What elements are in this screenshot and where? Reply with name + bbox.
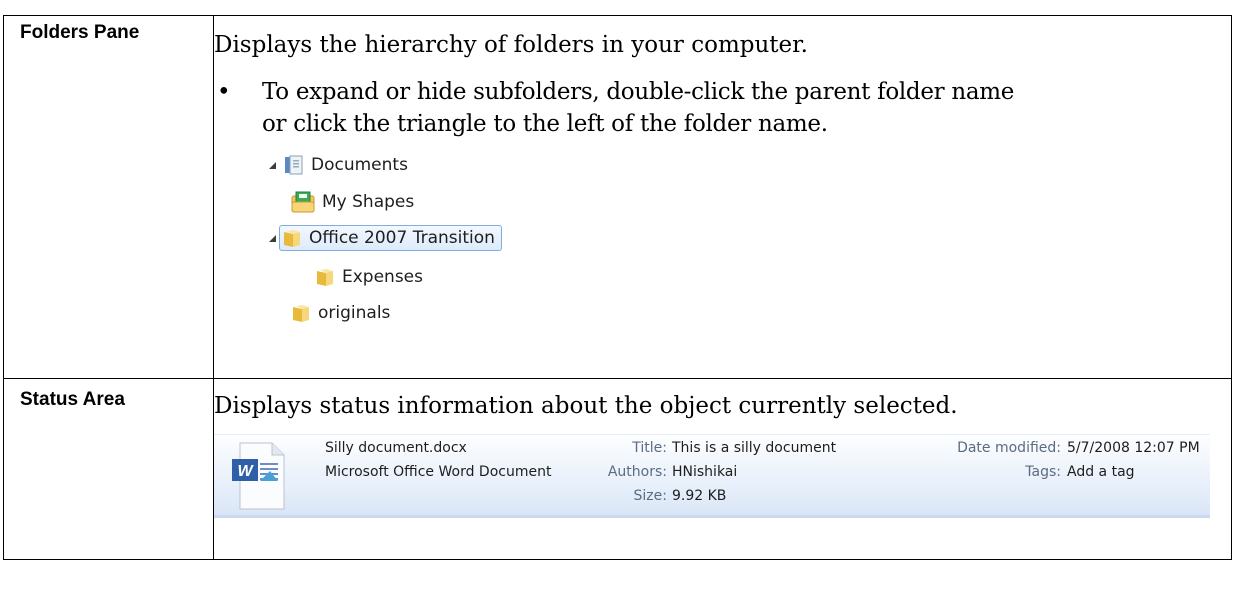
details-pane-screenshot: W Silly document.docx Microsoft Office W… [214, 434, 1210, 518]
feature-table: Folders Pane Displays the hierarchy of f… [3, 15, 1232, 560]
folder-icon [317, 269, 333, 286]
selection-highlight: Office 2007 Transition [279, 225, 502, 251]
status-title-value[interactable]: This is a silly document [672, 440, 836, 456]
tree-item-label: Office 2007 Transition [309, 228, 495, 248]
status-filetype: Microsoft Office Word Document [325, 464, 552, 480]
tree-item-label: originals [318, 303, 391, 323]
bullet-text-line2: or click the triangle to the left of the… [262, 111, 828, 137]
word-document-icon: W [232, 442, 285, 510]
status-size-key: Size: [633, 488, 667, 504]
shapes-folder-icon [291, 191, 315, 213]
bullet-icon: • [217, 79, 231, 105]
status-authors-value[interactable]: HNishikai [672, 464, 737, 480]
status-authors-key: Authors: [607, 464, 667, 480]
table-row-status-area: Status Area Displays status information … [3, 378, 1232, 560]
status-filename: Silly document.docx [325, 440, 467, 456]
folder-icon [293, 305, 309, 322]
tree-item-my-shapes[interactable]: My Shapes [291, 187, 414, 217]
status-tags-value[interactable]: Add a tag [1067, 464, 1135, 480]
folder-icon [284, 230, 300, 247]
tree-item-label: Expenses [342, 267, 423, 287]
status-date-key: Date modified: [957, 440, 1061, 456]
row-label: Folders Pane [20, 22, 140, 43]
status-date-value: 5/7/2008 12:07 PM [1067, 440, 1200, 456]
folder-tree: Documents My Shapes Office 2007 Transiti… [214, 146, 1231, 366]
tree-item-documents[interactable]: Documents [265, 150, 408, 180]
bullet-item: • To expand or hide subfolders, double-c… [214, 76, 1231, 140]
row-label: Status Area [20, 389, 125, 410]
status-title-key: Title: [632, 440, 667, 456]
tree-item-originals[interactable]: originals [291, 298, 390, 328]
library-icon [285, 155, 303, 175]
row-description: Displays status information about the ob… [214, 393, 958, 419]
tree-item-expenses[interactable]: Expenses [315, 262, 423, 292]
status-size-value: 9.92 KB [672, 488, 727, 504]
expand-triangle-icon[interactable] [265, 234, 279, 243]
status-tags-key: Tags: [1025, 464, 1061, 480]
tree-item-label: Documents [311, 155, 408, 175]
bullet-text-line1: To expand or hide subfolders, double-cli… [262, 79, 1015, 105]
expand-triangle-icon[interactable] [265, 161, 279, 170]
svg-text:W: W [237, 463, 254, 480]
row-description: Displays the hierarchy of folders in you… [214, 32, 808, 58]
tree-item-office-2007-transition[interactable]: Office 2007 Transition [265, 223, 502, 253]
table-row-folders-pane: Folders Pane Displays the hierarchy of f… [3, 15, 1232, 379]
tree-item-label: My Shapes [322, 192, 415, 212]
